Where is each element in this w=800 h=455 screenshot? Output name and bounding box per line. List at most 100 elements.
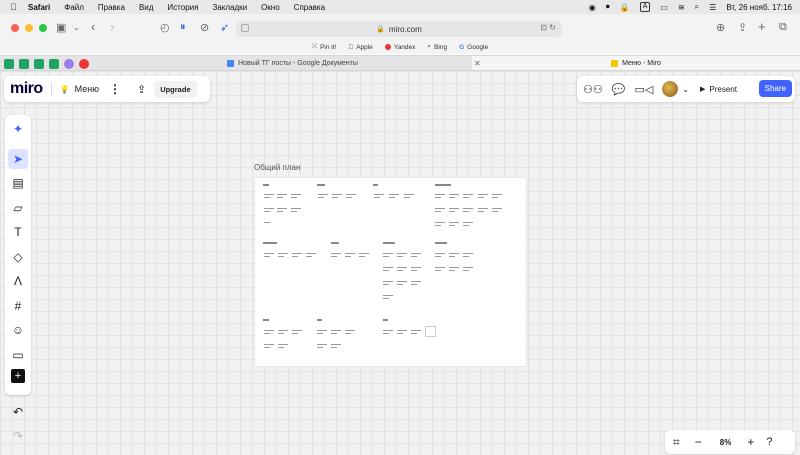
menu-card[interactable] (264, 328, 274, 337)
pinned-tab-record-icon[interactable] (79, 59, 89, 69)
comments-icon[interactable]: 💬 (612, 83, 626, 96)
menu-card[interactable] (463, 220, 473, 229)
menu-card[interactable] (397, 265, 407, 274)
menu-card[interactable] (264, 206, 274, 215)
empty-card[interactable] (425, 326, 436, 337)
menu-card[interactable] (404, 192, 414, 201)
menu-card[interactable] (317, 342, 327, 351)
video-call-icon[interactable]: ▭◁ (634, 83, 653, 96)
menu-card[interactable] (492, 206, 502, 215)
menu-card[interactable] (411, 265, 421, 274)
menu-card[interactable] (291, 206, 301, 215)
present-button[interactable]: ▶ Present (700, 85, 737, 94)
apple-menu-icon[interactable]:  (10, 2, 20, 12)
sidebar-toggle-icon[interactable]: ▣ (56, 21, 66, 34)
menu-card[interactable] (345, 251, 355, 260)
bird-extension-icon[interactable]: ➶ (220, 21, 229, 34)
pinned-tab-sheets-icon[interactable] (19, 59, 29, 69)
menu-file[interactable]: Файл (64, 3, 84, 12)
menu-card[interactable] (278, 342, 288, 351)
menu-card[interactable] (389, 192, 399, 201)
menu-card[interactable] (277, 206, 287, 215)
menu-card[interactable] (449, 251, 459, 260)
undo-icon[interactable]: ↶ (8, 402, 28, 422)
menu-history[interactable]: История (167, 3, 198, 12)
menu-card[interactable] (346, 192, 356, 201)
menu-card[interactable] (331, 328, 341, 337)
menu-card[interactable] (277, 192, 287, 201)
menu-card[interactable] (397, 279, 407, 288)
zoom-in-button[interactable]: + (747, 435, 754, 449)
board-frame[interactable] (254, 177, 527, 367)
tab-miro[interactable]: ✕ Меню - Miro (472, 56, 800, 70)
menu-view[interactable]: Вид (139, 3, 153, 12)
miro-logo[interactable]: miro (10, 80, 43, 98)
menu-edit[interactable]: Правка (98, 3, 125, 12)
downloads-icon[interactable]: ⊕ (716, 21, 725, 34)
menu-card[interactable] (292, 251, 302, 260)
chevron-down-icon[interactable]: ⌄ (73, 23, 80, 32)
pinned-tab-sheets-icon[interactable] (49, 59, 59, 69)
menu-card[interactable] (411, 279, 421, 288)
add-more-icon[interactable]: + (11, 369, 25, 383)
pinned-tab-sheets-icon[interactable] (4, 59, 14, 69)
menu-window[interactable]: Окно (261, 3, 280, 12)
input-source-indicator[interactable]: A (639, 2, 651, 12)
pause-extension-icon[interactable]: ⏸ (180, 21, 186, 34)
menu-card[interactable] (264, 251, 274, 260)
menu-card[interactable] (435, 192, 445, 201)
favorite-bing[interactable]: ⌕ Bing (427, 43, 447, 51)
chevron-down-icon[interactable]: ⌄ (682, 85, 689, 94)
menu-card[interactable] (278, 251, 288, 260)
menu-card[interactable] (278, 328, 288, 337)
fit-frame-icon[interactable]: ⌗ (673, 435, 680, 450)
lock-icon[interactable]: 🔒 (620, 3, 630, 12)
text-tool-icon[interactable]: T (8, 222, 28, 242)
battery-icon[interactable]: ▭ (660, 3, 668, 12)
new-tab-button[interactable]: + (758, 19, 766, 34)
menu-card[interactable] (383, 279, 393, 288)
address-bar[interactable]: 🔒 miro.com ⊡ ↻ (236, 21, 562, 37)
share-icon[interactable]: ⇪ (738, 21, 747, 34)
tab-google-docs[interactable]: Новый ТГ посты - Google Документы (120, 56, 465, 70)
forward-button[interactable]: › (110, 19, 114, 34)
more-options-icon[interactable]: ⋮ (109, 82, 121, 96)
upgrade-button[interactable]: Upgrade (154, 80, 197, 98)
spotlight-icon[interactable]: ⌕ (695, 2, 699, 12)
ai-sparkle-icon[interactable]: ✦ (8, 119, 28, 139)
share-button[interactable]: Share (758, 80, 792, 97)
menu-card[interactable] (411, 328, 421, 337)
menu-card[interactable] (435, 206, 445, 215)
favorite-yandex[interactable]: Yandex (384, 44, 415, 51)
menu-card[interactable] (383, 293, 393, 302)
board-name[interactable]: 💡 Меню (60, 84, 99, 94)
close-window-button[interactable] (11, 24, 19, 32)
page-menu-icon[interactable] (241, 24, 249, 32)
menu-bookmarks[interactable]: Закладки (212, 3, 247, 12)
menu-card[interactable] (478, 206, 488, 215)
menubar-clock[interactable]: Вт, 26 нояб. 17:16 (726, 3, 792, 12)
menu-card[interactable] (383, 265, 393, 274)
menu-card[interactable] (345, 328, 355, 337)
menu-card[interactable] (449, 192, 459, 201)
tab-overview-icon[interactable]: ⧉ (779, 21, 787, 34)
menu-card[interactable] (318, 192, 328, 201)
shapes-icon[interactable]: ◇ (8, 247, 28, 267)
menu-app-name[interactable]: Safari (28, 3, 50, 12)
menu-card[interactable] (411, 251, 421, 260)
back-button[interactable]: ‹ (91, 19, 95, 34)
menu-card[interactable] (264, 342, 274, 351)
zoom-out-button[interactable]: − (695, 435, 702, 449)
menu-card[interactable] (435, 220, 445, 229)
menu-card[interactable] (317, 328, 327, 337)
help-icon[interactable]: ? (766, 436, 772, 448)
menu-card[interactable] (463, 251, 473, 260)
menu-card[interactable] (492, 192, 502, 201)
menu-card[interactable] (449, 206, 459, 215)
history-extension-icon[interactable]: ◴ (160, 21, 170, 34)
menu-card[interactable] (359, 251, 369, 260)
menu-card[interactable] (463, 192, 473, 201)
menu-card[interactable] (331, 251, 341, 260)
emoji-icon[interactable]: ☺ (8, 320, 28, 340)
menu-card[interactable] (449, 265, 459, 274)
